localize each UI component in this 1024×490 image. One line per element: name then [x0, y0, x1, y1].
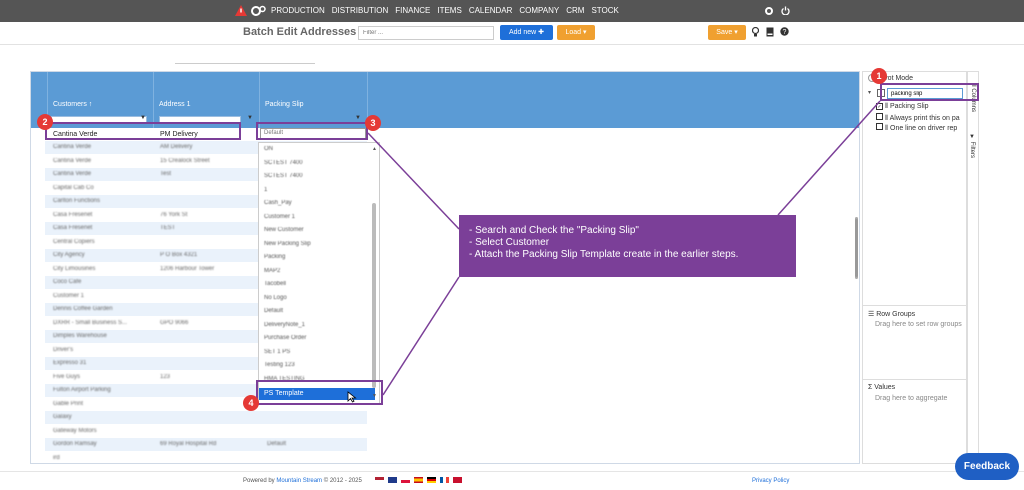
instruction-note: - Search and Check the "Packing Slip" - … [459, 215, 796, 277]
feedback-button[interactable]: Feedback [955, 453, 1019, 480]
page-footer: Powered by Mountain Stream © 2012 - 2025… [0, 471, 1024, 490]
germany-flag-icon[interactable] [427, 477, 436, 483]
step-badge: 3 [365, 115, 381, 131]
brand-link[interactable]: Mountain Stream [276, 478, 322, 484]
note-line: - Select Customer [469, 237, 550, 248]
note-line: - Attach the Packing Slip Template creat… [469, 249, 739, 260]
step-badge: 2 [37, 114, 53, 130]
copyright-text: © 2012 - 2025 [323, 478, 362, 484]
powered-by-text: Powered by Mountain Stream © 2012 - 2025 [243, 478, 362, 484]
us-flag-icon[interactable] [375, 477, 384, 483]
language-flags [375, 477, 466, 484]
uk-flag-icon[interactable] [388, 477, 397, 483]
powered-prefix: Powered by [243, 478, 275, 484]
note-line: - Search and Check the "Packing Slip" [469, 225, 639, 236]
privacy-policy-link[interactable]: Privacy Policy [752, 478, 789, 484]
step-badge: 1 [871, 68, 887, 84]
poland-flag-icon[interactable] [401, 477, 410, 483]
france-flag-icon[interactable] [440, 477, 449, 483]
step-badge: 4 [243, 395, 259, 411]
spain-flag-icon[interactable] [414, 477, 423, 483]
denmark-flag-icon[interactable] [453, 477, 462, 483]
